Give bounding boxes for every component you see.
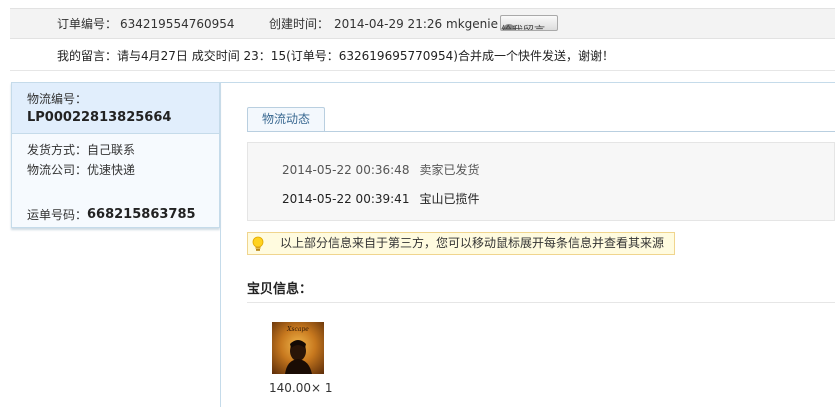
buyer-message-text: 请与4月27日 成交时间 23：15(订单号：632619695770954)合… [117,49,614,63]
leave-message-label: 给我留言 [501,24,545,31]
ship-method: 发货方式：自己联系 [27,143,136,157]
order-number: 634219554760954 [120,17,235,31]
tracking-event[interactable]: 2014-05-22 00:36:48 卖家已发货 [282,162,479,178]
content-top-border [220,82,835,83]
tracking-event-text: 卖家已发货 [419,163,480,177]
tracking-event-time: 2014-05-22 00:39:41 [282,192,410,206]
created-time-label: 创建时间： [269,17,330,31]
lightbulb-icon [252,236,264,251]
tab-underline [247,131,835,132]
order-info-bar: 订单编号： 634219554760954 创建时间： 2014-04-29 2… [10,8,835,39]
created-time: 2014-04-29 21:26 [334,17,443,31]
seller-name[interactable]: mkgenie [446,16,498,32]
order-number-label: 订单编号： [57,17,118,31]
content-divider [220,82,221,407]
waybill-number: 668215863785 [87,207,196,222]
product-divider [247,302,835,303]
notice-text: 以上部分信息来自于第三方，您可以移动鼠标展开每条信息并查看其来源 [280,236,665,250]
logistics-number: LP00022813825664 [27,110,172,125]
logistics-panel: 物流编号： LP00022813825664 发货方式：自己联系 物流公司：优速… [11,82,220,228]
tracking-event-text: 宝山已揽件 [419,192,480,206]
leave-message-button[interactable]: 给我留言 [500,15,558,31]
third-party-notice: 以上部分信息来自于第三方，您可以移动鼠标展开每条信息并查看其来源 [247,232,675,255]
logistics-number-label: 物流编号： [27,92,88,106]
logistics-company: 物流公司：优速快递 [27,163,136,177]
waybill-label: 运单号码： [27,208,88,222]
tracking-list: 2014-05-22 00:36:48 卖家已发货 2014-05-22 00:3… [247,142,835,221]
buyer-message-row: 我的留言： 请与4月27日 成交时间 23：15(订单号：63261969577… [10,39,835,71]
buyer-message-label: 我的留言： [57,49,118,63]
product-section-title: 宝贝信息： [247,282,313,297]
album-title-text: Xscape [286,326,309,333]
tracking-event[interactable]: 2014-05-22 00:39:41 宝山已揽件 [282,191,479,207]
product-thumbnail[interactable]: Xscape [272,322,324,374]
product-price-quantity: 140.00× 1 [269,381,333,395]
tracking-event-time: 2014-05-22 00:36:48 [282,163,410,177]
album-cover-art: Xscape [285,326,312,374]
tab-logistics-tracking[interactable]: 物流动态 [247,107,325,132]
